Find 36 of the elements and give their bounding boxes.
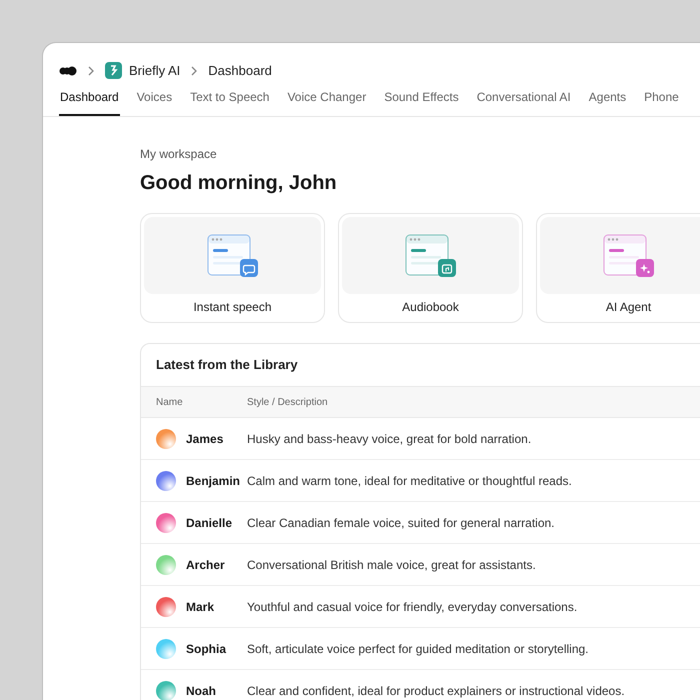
voice-name: Benjamin [186,472,240,490]
voice-description: Clear and confident, ideal for product explainers or instructional videos. [247,682,625,700]
nav-tab[interactable]: Voice Changer [286,88,368,116]
nav-tab[interactable]: Phone [643,88,680,116]
shortcut-card[interactable]: AI Agent [536,213,700,323]
chevron-icon [87,66,95,76]
greeting-heading: Good morning, John [140,171,338,196]
voice-name: Noah [186,682,216,700]
workspace-link[interactable]: Briefly AI [129,60,180,80]
column-header: Style / Description [247,396,328,410]
voice-description: Conversational British male voice, great for assistants. [247,556,536,574]
voice-name: Archer [186,556,225,574]
nav-tab[interactable]: Dashboard [59,88,120,116]
shortcut-card[interactable]: Instant speech [140,213,325,323]
nav-tab[interactable]: Sound Effects [383,88,460,116]
voice-name: Mark [186,598,214,616]
chevron-icon [190,66,198,76]
nav-tab[interactable]: Text to Speech [189,88,270,116]
voice-name: Danielle [186,514,232,532]
section-label: My workspace [140,146,218,163]
voice-description: Husky and bass-heavy voice, great for bold narration. [247,430,532,448]
voice-description: Calm and warm tone, ideal for meditative or thoughtful reads. [247,472,572,490]
voice-description: Soft, articulate voice perfect for guided meditation or storytelling. [247,640,589,658]
panel-title: Latest from the Library [155,356,299,374]
logo-icon[interactable] [59,66,77,76]
breadcrumb-current: Dashboard [208,62,272,80]
voice-name: James [186,430,224,448]
shortcut-card[interactable]: Audiobook [338,213,523,323]
nav-tab[interactable]: Voices [136,88,174,116]
voice-description: Clear Canadian female voice, suited for general narration. [247,514,555,532]
column-header: Name [155,396,184,410]
voice-description: Youthful and casual voice for friendly, everyday conversations. [247,598,578,616]
nav-tab[interactable]: Agents [588,88,628,116]
workspace-logo-icon [105,62,122,79]
nav-tab[interactable]: Conversational AI [476,88,572,116]
voice-name: Sophia [186,640,226,658]
